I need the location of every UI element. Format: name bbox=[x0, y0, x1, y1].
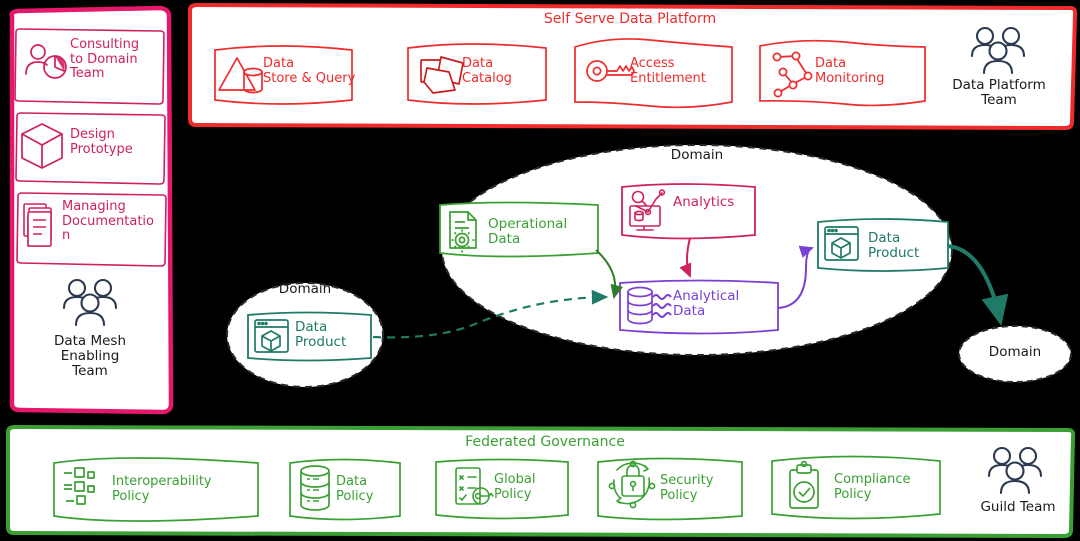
right-domain-ellipse bbox=[958, 325, 1072, 383]
self-serve-data-platform-panel[interactable] bbox=[188, 3, 1078, 130]
federated-governance-panel[interactable] bbox=[6, 425, 1076, 538]
card-design-prototype[interactable] bbox=[15, 112, 166, 185]
card-data-policy[interactable] bbox=[289, 458, 401, 521]
card-data-store-query[interactable] bbox=[214, 45, 353, 105]
enabling-team-panel[interactable] bbox=[9, 5, 174, 415]
connector-data-product-to-right-domain bbox=[947, 244, 1009, 326]
diagram-graphics bbox=[6, 3, 1078, 538]
card-consulting[interactable] bbox=[14, 28, 165, 105]
center-domains bbox=[226, 144, 1072, 388]
diagram-canvas: Consulting to Domain Team Design Prototy… bbox=[0, 0, 1080, 541]
card-access-entitlement[interactable] bbox=[574, 38, 733, 109]
